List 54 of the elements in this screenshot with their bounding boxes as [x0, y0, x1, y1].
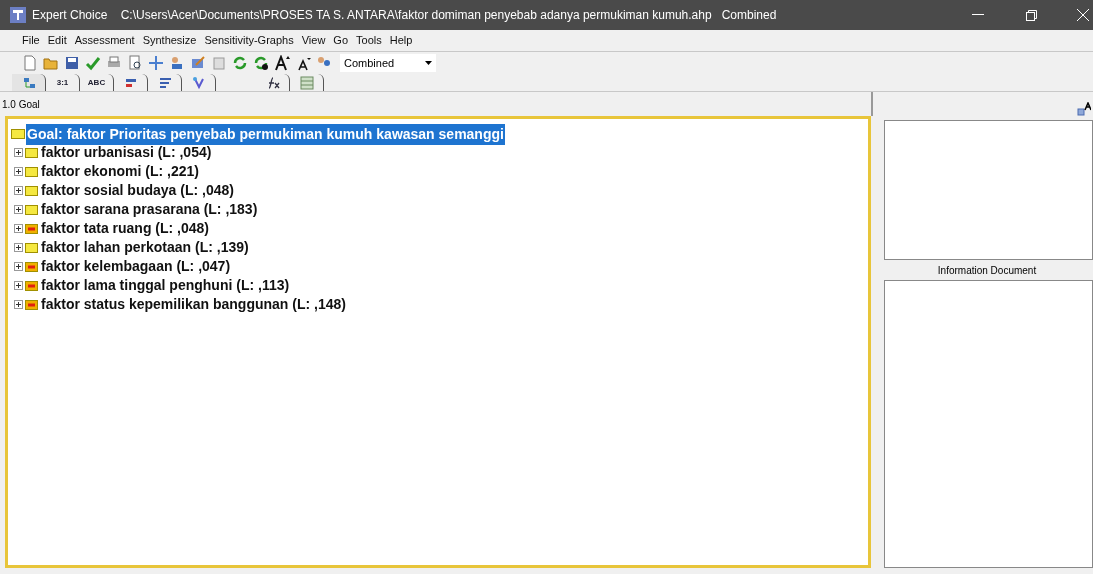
close-icon[interactable] — [1077, 9, 1089, 21]
expand-icon[interactable] — [14, 243, 23, 252]
tree-node[interactable]: faktor urbanisasi (L: ,054) — [41, 142, 212, 163]
open-folder-icon[interactable] — [43, 55, 59, 71]
restore-icon[interactable] — [1026, 9, 1037, 21]
tree-node[interactable]: faktor status kepemilikan banggunan (L: ,148) — [41, 294, 346, 315]
preview-icon[interactable] — [127, 55, 143, 71]
tree-node[interactable]: faktor ekonomi (L: ,221) — [41, 161, 199, 182]
expand-icon[interactable] — [14, 262, 23, 271]
path-label: 1.0 Goal — [2, 97, 40, 112]
tree-node[interactable]: faktor sosial budaya (L: ,048) — [41, 180, 234, 201]
menu-item[interactable]: Tools — [356, 32, 382, 49]
goal-node[interactable]: Goal: faktor Prioritas penyebab permukiman kumuh kawasan semanggi — [26, 123, 505, 145]
new-file-icon[interactable] — [22, 55, 38, 71]
expand-icon[interactable] — [14, 281, 23, 290]
expand-icon[interactable] — [14, 205, 23, 214]
font-decrease-icon[interactable] — [295, 55, 311, 71]
minimize-icon[interactable] — [972, 14, 984, 16]
menu-item[interactable]: Assessment — [74, 32, 135, 49]
tree-icon — [21, 75, 36, 90]
move-icon[interactable] — [148, 55, 164, 71]
tree-node[interactable]: faktor tata ruang (L: ,048) — [41, 218, 210, 239]
expand-icon[interactable] — [14, 186, 23, 195]
menu-item[interactable]: Sensitivity-Graphs — [204, 32, 294, 49]
tree-node[interactable]: faktor lahan perkotaan (L: ,139) — [41, 237, 249, 258]
save-icon[interactable] — [64, 55, 80, 71]
check-icon[interactable] — [85, 55, 101, 71]
menu-item[interactable]: Edit — [47, 32, 67, 49]
menu-item[interactable]: Synthesize — [142, 32, 197, 49]
expand-icon[interactable] — [14, 167, 23, 176]
edit-icon[interactable] — [190, 55, 206, 71]
expand-icon[interactable] — [14, 300, 23, 309]
tree-node[interactable]: faktor kelembagaan (L: ,047) — [41, 256, 231, 277]
tree-node[interactable]: faktor lama tinggal penghuni (L: ,113) — [41, 275, 290, 296]
node-icon — [11, 129, 25, 139]
tree-node[interactable]: faktor sarana prasarana (L: ,183) — [41, 199, 258, 220]
menu-item[interactable]: Go — [333, 32, 349, 49]
bar-chart-icon — [157, 75, 172, 90]
panel-title: Information Document — [936, 263, 1038, 278]
refresh-icon[interactable] — [253, 55, 269, 71]
font-icon[interactable] — [1077, 102, 1091, 116]
mode-dropdown[interactable]: Combined — [340, 54, 436, 72]
caret-icon — [425, 61, 432, 65]
grid-icon — [299, 75, 314, 90]
window-title: Expert Choice C:\Users\Acer\Documents\PROSES TA S. ANTARA\faktor domiman penyebab adanya permukiman kumuh.ahp Combined — [32, 7, 777, 24]
app-icon — [10, 7, 26, 23]
font-increase-icon[interactable] — [274, 55, 290, 71]
expand-icon[interactable] — [14, 224, 23, 233]
view-tab[interactable]: 3:1 — [46, 74, 80, 91]
menu-item[interactable]: File — [22, 32, 40, 49]
view-tab[interactable]: ABC — [80, 74, 114, 91]
menu-item[interactable]: View — [301, 32, 326, 49]
menu-item[interactable]: Help — [389, 32, 413, 49]
expand-icon[interactable] — [14, 148, 23, 157]
